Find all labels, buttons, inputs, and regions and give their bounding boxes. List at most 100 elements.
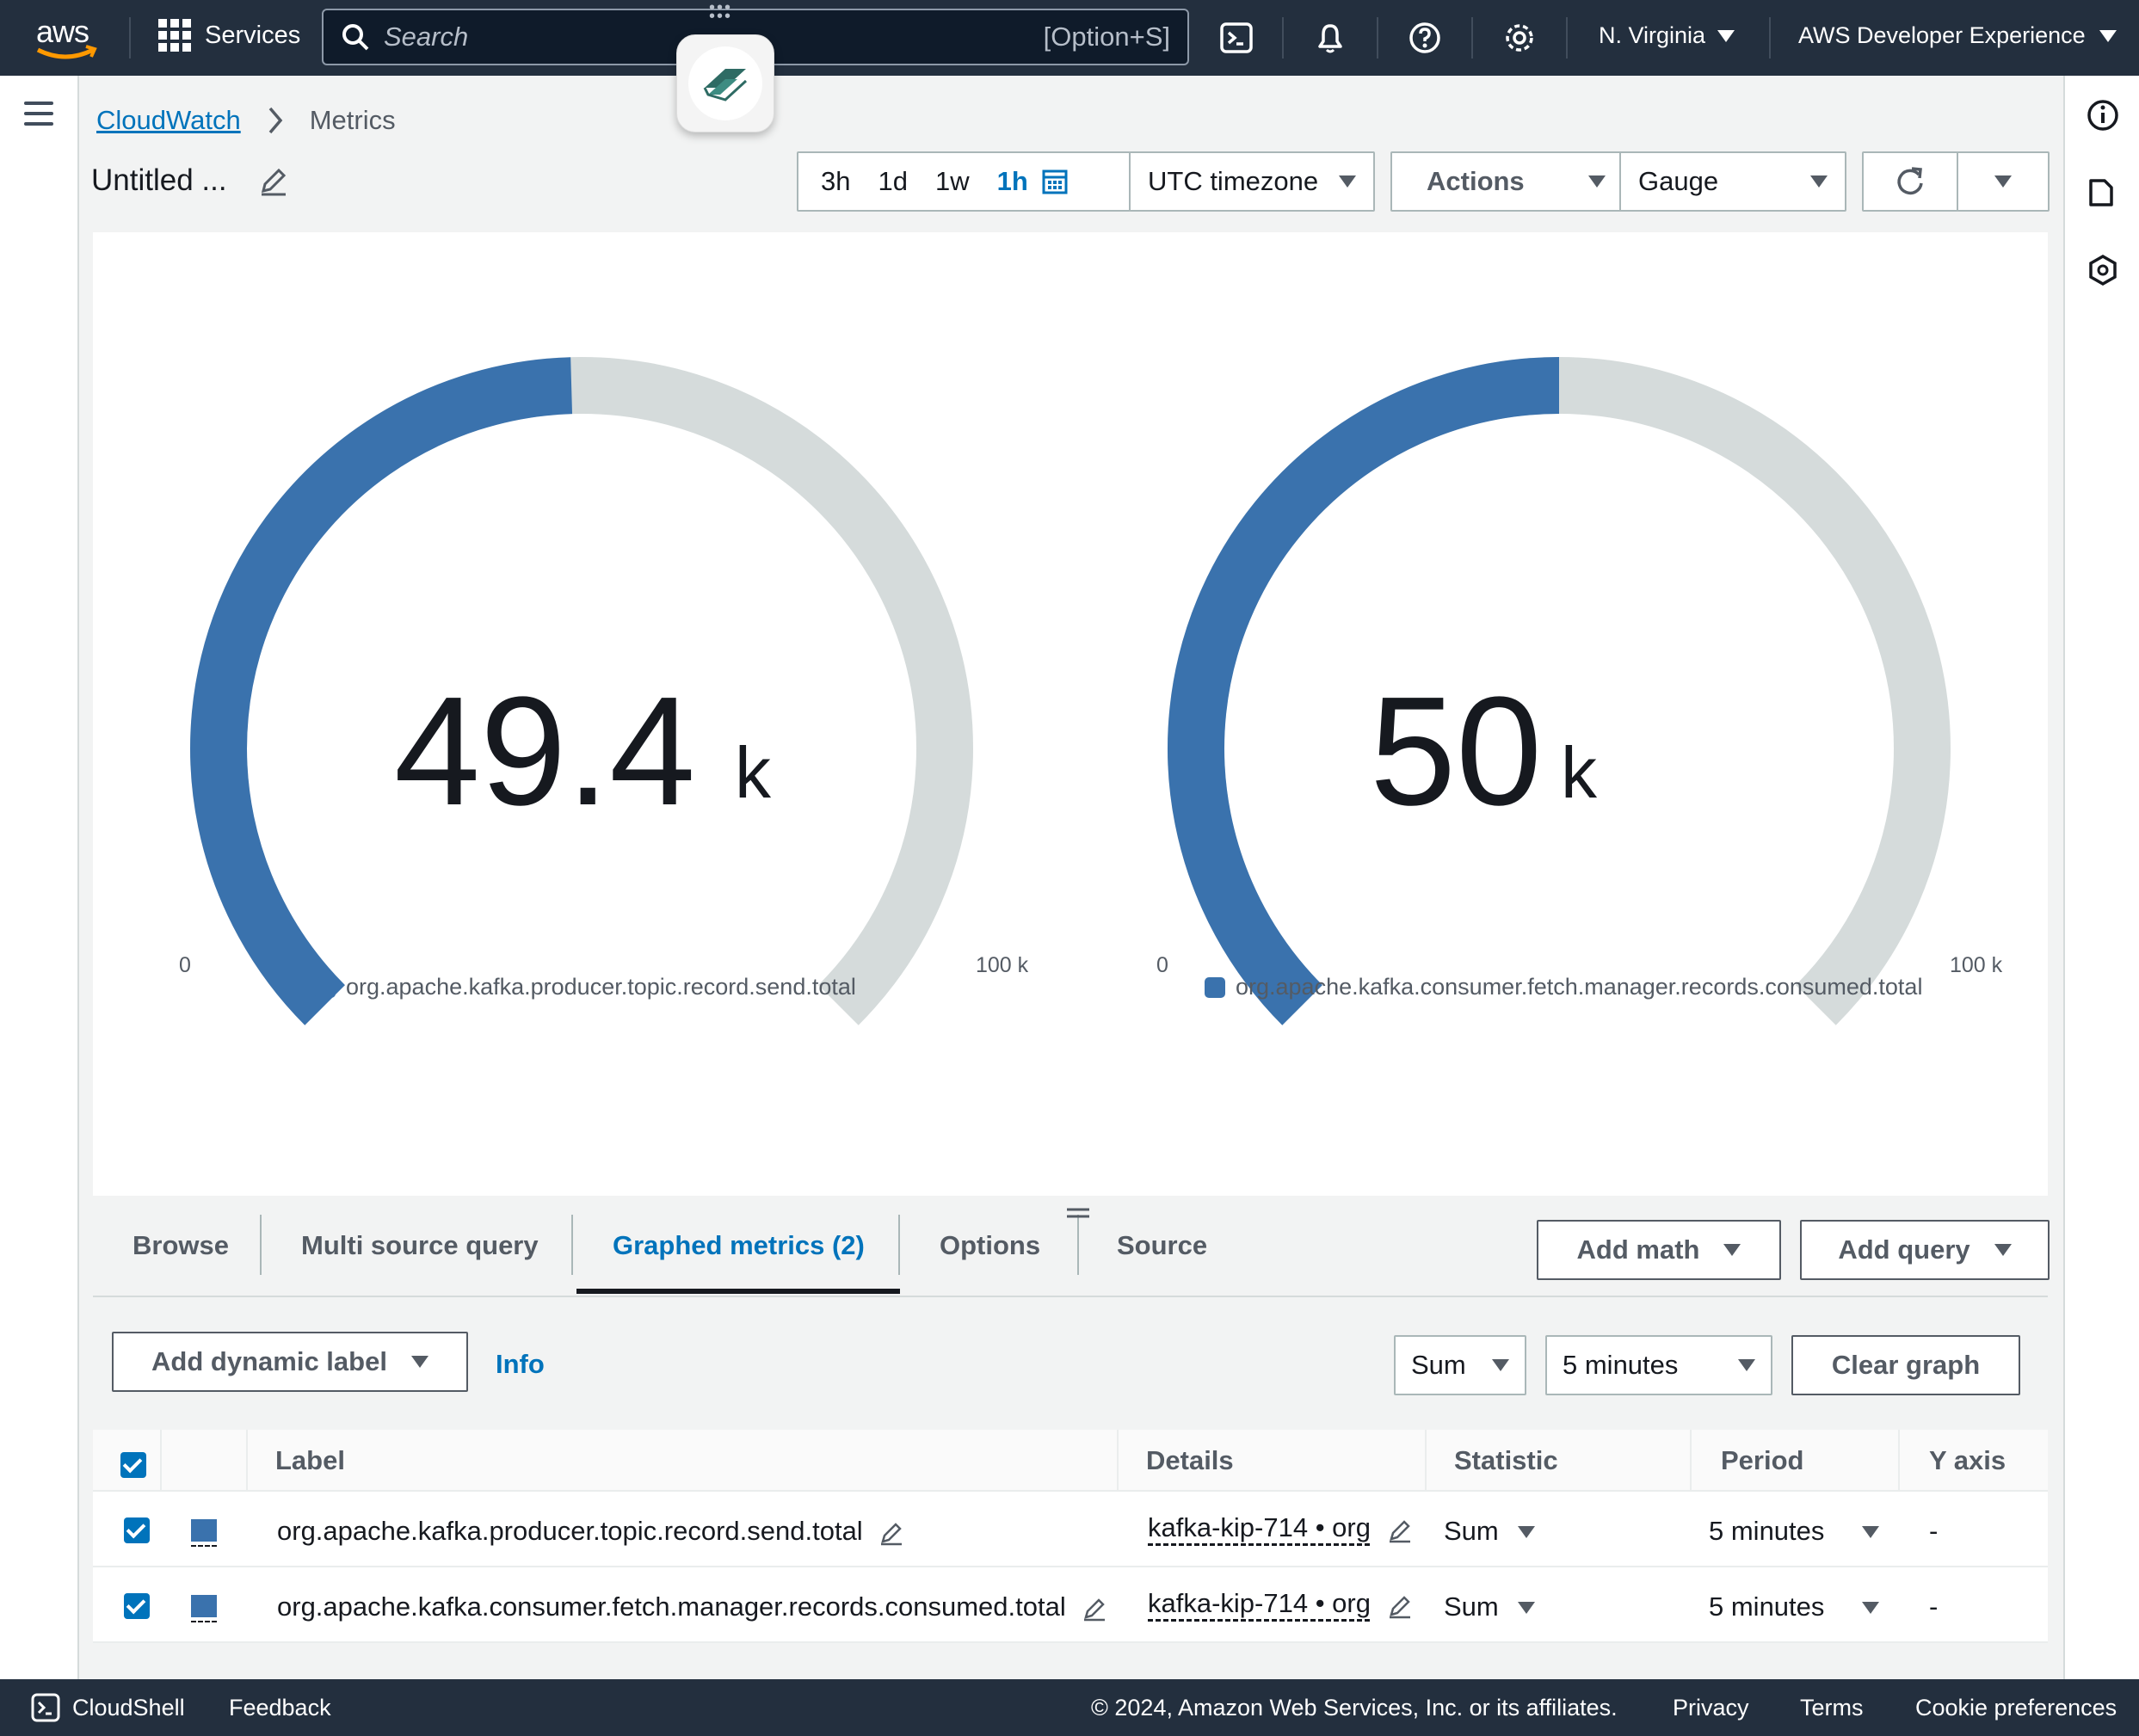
calendar-icon[interactable]	[1042, 169, 1068, 194]
drag-handle-icon[interactable]: ••• •••	[709, 0, 732, 25]
edit-label-icon[interactable]	[1082, 1596, 1107, 1622]
aws-logo[interactable]: aws	[31, 14, 100, 62]
row-statistic[interactable]: Sum	[1444, 1591, 1499, 1622]
cloudshell-icon[interactable]	[31, 1693, 60, 1722]
info-icon[interactable]	[2084, 96, 2122, 134]
extension-badge[interactable]	[676, 34, 774, 132]
clear-graph-label: Clear graph	[1831, 1350, 1981, 1380]
edit-details-icon[interactable]	[1387, 1517, 1413, 1543]
row-details[interactable]: kafka-kip-714 • org	[1148, 1512, 1371, 1543]
file-icon[interactable]	[2084, 174, 2122, 212]
region-label: N. Virginia	[1599, 22, 1706, 48]
search-shortcut: [Option+S]	[1043, 22, 1170, 52]
footer-privacy[interactable]: Privacy	[1673, 1695, 1749, 1721]
range-1h[interactable]: 1h	[983, 166, 1042, 197]
edit-details-icon[interactable]	[1387, 1593, 1413, 1619]
row-details[interactable]: kafka-kip-714 • org	[1148, 1588, 1371, 1619]
table-header: Label Details Statistic Period Y axis	[93, 1430, 2048, 1492]
tab-browse[interactable]: Browse	[133, 1230, 229, 1261]
edit-label-icon[interactable]	[878, 1520, 904, 1546]
bell-icon[interactable]	[1311, 19, 1349, 57]
range-1d[interactable]: 1d	[864, 166, 921, 197]
caret-down-icon	[410, 1356, 428, 1368]
row-y-axis[interactable]: -	[1929, 1591, 1938, 1622]
help-icon[interactable]	[1406, 19, 1444, 57]
footer-cookie-preferences[interactable]: Cookie preferences	[1915, 1695, 2117, 1721]
graph-title-row: Untitled ...	[91, 163, 289, 198]
tab-divider	[260, 1215, 262, 1275]
aws-smile-icon	[36, 45, 97, 59]
row-statistic[interactable]: Sum	[1444, 1516, 1499, 1547]
caret-down-icon[interactable]	[1862, 1526, 1879, 1538]
edit-title-icon[interactable]	[258, 165, 289, 196]
header-details: Details	[1146, 1445, 1234, 1475]
refresh-options-dropdown[interactable]	[1957, 151, 2050, 212]
gauge-legend[interactable]: org.apache.kafka.consumer.fetch.manager.…	[1205, 974, 1922, 1000]
statistic-value: Sum	[1411, 1350, 1466, 1380]
footer-feedback[interactable]: Feedback	[229, 1695, 331, 1721]
resize-handle-icon[interactable]	[1065, 1206, 1091, 1223]
actions-dropdown[interactable]: Actions	[1390, 151, 1642, 212]
graphed-metrics-table: Label Details Statistic Period Y axis or…	[93, 1430, 2048, 1643]
caret-down-icon[interactable]	[1862, 1602, 1879, 1614]
footer-terms[interactable]: Terms	[1800, 1695, 1864, 1721]
account-menu[interactable]: AWS Developer Experience	[1798, 22, 2117, 49]
row-label: org.apache.kafka.producer.topic.record.s…	[277, 1516, 904, 1547]
series-color-swatch[interactable]	[191, 1595, 217, 1622]
page-title: Untitled ...	[91, 163, 227, 197]
nav-divider	[1282, 17, 1284, 58]
row-period[interactable]: 5 minutes	[1709, 1591, 1824, 1622]
gauge-legend[interactable]: org.apache.kafka.producer.topic.record.s…	[315, 974, 856, 1000]
period-select[interactable]: 5 minutes	[1545, 1335, 1772, 1395]
breadcrumb: CloudWatch Metrics	[96, 105, 396, 136]
footer-copyright: © 2024, Amazon Web Services, Inc. or its…	[1091, 1695, 1618, 1721]
timezone-dropdown[interactable]: UTC timezone	[1129, 151, 1375, 212]
tab-graphed-metrics[interactable]: Graphed metrics (2)	[613, 1230, 865, 1261]
statistic-select[interactable]: Sum	[1394, 1335, 1526, 1395]
tab-options[interactable]: Options	[940, 1230, 1040, 1261]
tab-multi-source-query[interactable]: Multi source query	[301, 1230, 539, 1261]
view-type-label: Gauge	[1638, 166, 1719, 196]
cloudshell-icon[interactable]	[1218, 19, 1256, 57]
menu-icon[interactable]	[24, 102, 53, 132]
gauge-unit: k	[1561, 732, 1597, 813]
footer-cloudshell[interactable]: CloudShell	[72, 1695, 185, 1721]
view-type-dropdown[interactable]: Gauge	[1619, 151, 1846, 212]
range-1w[interactable]: 1w	[922, 166, 983, 197]
refresh-button[interactable]	[1862, 151, 1958, 212]
settings-icon[interactable]	[1501, 19, 1538, 57]
row-checkbox[interactable]	[124, 1517, 150, 1543]
gauge-consumer-arc	[1168, 357, 1951, 1025]
range-3h[interactable]: 3h	[807, 166, 864, 197]
column-divider	[246, 1430, 248, 1492]
add-query-label: Add query	[1838, 1234, 1970, 1265]
caret-down-icon	[1588, 175, 1606, 188]
account-label: AWS Developer Experience	[1798, 22, 2086, 48]
row-y-axis[interactable]: -	[1929, 1516, 1938, 1547]
breadcrumb-cloudwatch-link[interactable]: CloudWatch	[96, 105, 241, 136]
hexagon-icon[interactable]	[2084, 251, 2122, 289]
nav-divider	[1377, 17, 1378, 58]
gauge-min-label: 0	[179, 953, 191, 977]
add-math-button[interactable]: Add math	[1537, 1220, 1781, 1280]
legend-label: org.apache.kafka.consumer.fetch.manager.…	[1236, 974, 1923, 1000]
caret-down-icon[interactable]	[1518, 1602, 1535, 1614]
region-selector[interactable]: N. Virginia	[1599, 22, 1735, 49]
add-query-button[interactable]: Add query	[1800, 1220, 2050, 1280]
table-row: org.apache.kafka.producer.topic.record.s…	[93, 1493, 2048, 1567]
tab-source[interactable]: Source	[1117, 1230, 1207, 1261]
tab-divider	[1077, 1215, 1079, 1275]
refresh-icon	[1897, 167, 1923, 195]
series-color-swatch[interactable]	[191, 1519, 217, 1547]
row-checkbox[interactable]	[124, 1593, 150, 1619]
gauge-consumer: 50 k 0 100 k org.apache.kafka.consumer.f…	[1070, 232, 2048, 1196]
row-period[interactable]: 5 minutes	[1709, 1516, 1824, 1547]
info-link[interactable]: Info	[496, 1349, 545, 1380]
breadcrumb-current: Metrics	[309, 105, 396, 135]
add-dynamic-label-button[interactable]: Add dynamic label	[112, 1332, 468, 1392]
caret-down-icon[interactable]	[1518, 1526, 1535, 1538]
clear-graph-button[interactable]: Clear graph	[1791, 1335, 2020, 1395]
services-menu[interactable]: Services	[158, 19, 300, 52]
select-all-checkbox[interactable]	[120, 1452, 146, 1478]
timezone-label: UTC timezone	[1148, 166, 1319, 196]
